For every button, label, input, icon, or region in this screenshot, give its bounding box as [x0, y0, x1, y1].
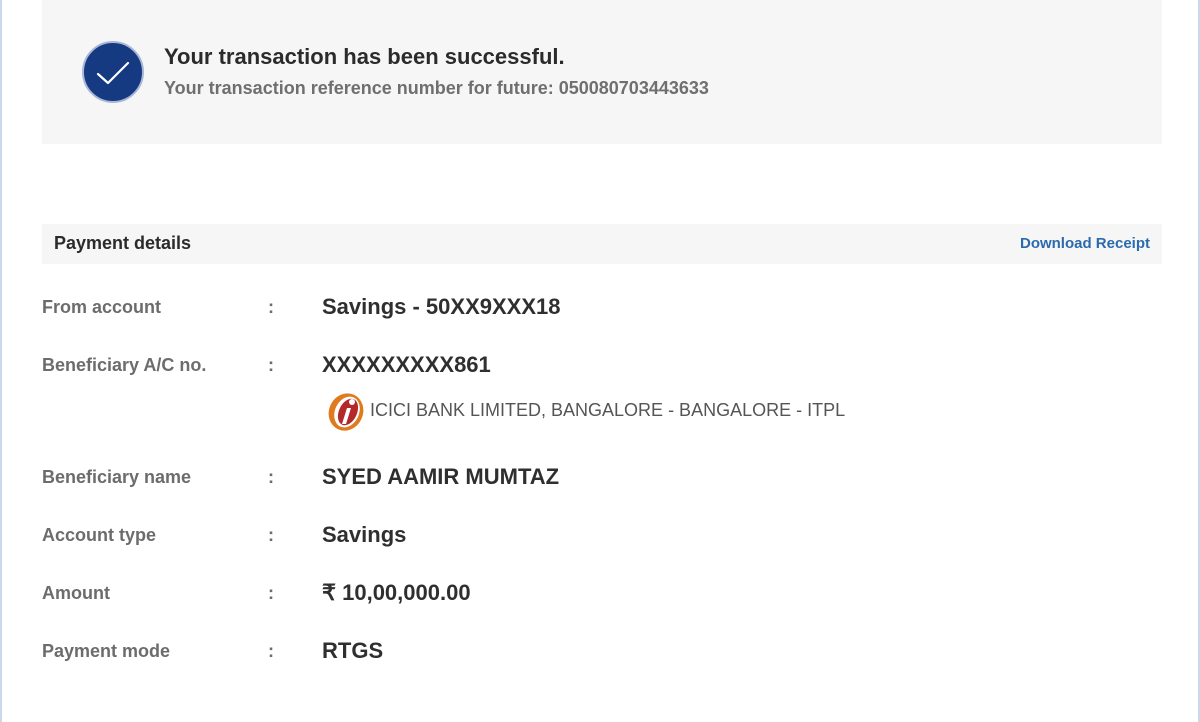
from-account-colon: : — [268, 297, 274, 317]
amount-colon: : — [268, 583, 274, 603]
from-account-value: Savings - 50XX9XXX18 — [322, 294, 561, 319]
page-frame: Your transaction has been successful. Yo… — [0, 0, 1200, 722]
account-type-value: Savings — [322, 522, 407, 547]
amount-value: ₹ 10,00,000.00 — [322, 580, 471, 605]
payment-details-title: Payment details — [54, 233, 192, 253]
transaction-reference: Your transaction reference number for fu… — [164, 78, 709, 98]
beneficiary-name-label: Beneficiary name — [42, 467, 192, 487]
success-title: Your transaction has been successful. — [164, 44, 565, 69]
beneficiary-name-colon: : — [268, 467, 274, 487]
amount-label: Amount — [42, 583, 110, 603]
account-type-label: Account type — [42, 525, 157, 545]
payment-details-header: Payment details Download Receipt — [42, 224, 1162, 264]
download-receipt-link[interactable]: Download Receipt — [1020, 235, 1150, 252]
check-circle-icon — [82, 41, 144, 103]
payment-mode-value: RTGS — [322, 638, 384, 663]
beneficiary-account-colon: : — [268, 355, 274, 375]
success-banner: Your transaction has been successful. Yo… — [42, 0, 1162, 144]
payment-mode-colon: : — [268, 641, 274, 661]
bank-name: ICICI BANK LIMITED, BANGALORE - BANGALOR… — [370, 400, 846, 420]
account-type-colon: : — [268, 525, 274, 545]
beneficiary-account-value: XXXXXXXXX861 — [322, 352, 491, 377]
icici-bank-logo — [324, 392, 368, 432]
payment-mode-label: Payment mode — [42, 641, 171, 661]
beneficiary-account-label: Beneficiary A/C no. — [42, 355, 207, 375]
from-account-label: From account — [42, 297, 162, 317]
beneficiary-name-value: SYED AAMIR MUMTAZ — [322, 464, 560, 489]
